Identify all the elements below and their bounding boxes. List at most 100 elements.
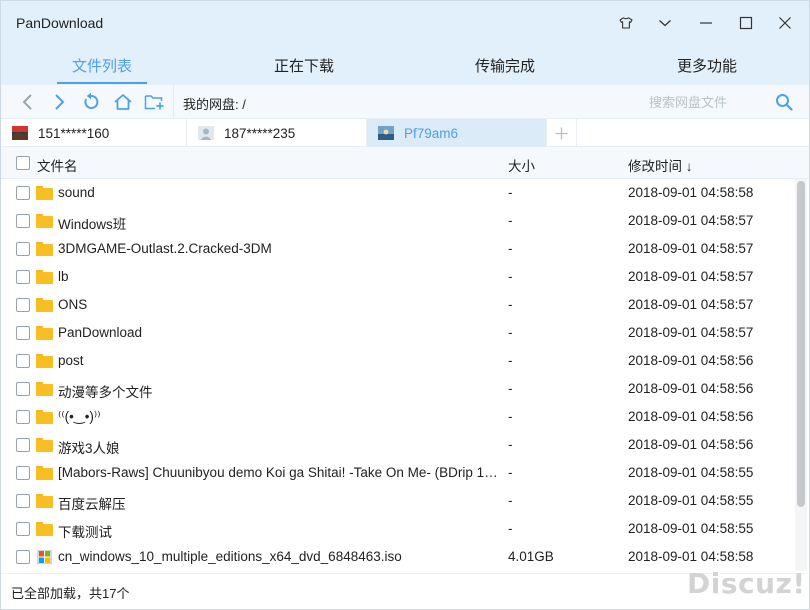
home-icon <box>114 94 132 110</box>
row-checkbox[interactable] <box>16 242 30 256</box>
column-header-name[interactable]: 文件名 <box>37 155 78 175</box>
file-size: 4.01GB <box>508 549 554 564</box>
plus-icon <box>555 127 568 139</box>
arrow-left-icon <box>22 94 32 110</box>
table-row[interactable]: 3DMGAME-Outlast.2.Cracked-3DM - 2018-09-… <box>1 235 795 263</box>
table-row[interactable]: 游戏3人娘 - 2018-09-01 04:58:56 <box>1 431 795 459</box>
file-size: - <box>508 521 513 536</box>
file-modified: 2018-09-01 04:58:56 <box>628 381 754 396</box>
file-modified: 2018-09-01 04:58:55 <box>628 521 754 536</box>
account-tab-2[interactable]: 187*****235 <box>187 119 367 147</box>
table-row[interactable]: PanDownload - 2018-09-01 04:58:57 <box>1 319 795 347</box>
title-bar: PanDownload <box>1 1 809 45</box>
maximize-button[interactable] <box>732 11 760 35</box>
file-modified: 2018-09-01 04:58:55 <box>628 493 754 508</box>
table-row[interactable]: post - 2018-09-01 04:58:56 <box>1 347 795 375</box>
table-row[interactable]: sound - 2018-09-01 04:58:58 <box>1 179 795 207</box>
table-row[interactable]: [Mabors-Raws] Chuunibyou demo Koi ga Shi… <box>1 459 795 487</box>
row-checkbox[interactable] <box>16 466 30 480</box>
back-button[interactable] <box>15 90 41 114</box>
close-button[interactable] <box>771 11 799 35</box>
file-name: 动漫等多个文件 <box>58 385 153 400</box>
home-button[interactable] <box>110 90 136 114</box>
row-checkbox[interactable] <box>16 298 30 312</box>
forward-button[interactable] <box>46 90 72 114</box>
arrow-right-icon <box>55 94 65 110</box>
current-path: 我的网盘: / <box>183 97 246 112</box>
row-checkbox[interactable] <box>16 550 30 564</box>
new-folder-icon <box>144 95 164 110</box>
row-checkbox[interactable] <box>16 214 30 228</box>
row-checkbox[interactable] <box>16 354 30 368</box>
account-tab-1[interactable]: 151*****160 <box>1 119 187 147</box>
file-modified: 2018-09-01 04:58:57 <box>628 269 754 284</box>
file-size: - <box>508 465 513 480</box>
table-row[interactable]: Windows班 - 2018-09-01 04:58:57 <box>1 207 795 235</box>
shirt-icon <box>619 17 633 29</box>
table-row[interactable]: 动漫等多个文件 - 2018-09-01 04:58:56 <box>1 375 795 403</box>
file-name: lb <box>58 269 69 284</box>
folder-icon <box>36 382 53 396</box>
row-checkbox[interactable] <box>16 494 30 508</box>
folder-icon <box>36 410 53 424</box>
file-modified: 2018-09-01 04:58:55 <box>628 465 754 480</box>
tab-completed[interactable]: 传输完成 <box>460 45 550 85</box>
folder-icon <box>36 298 53 312</box>
search-button[interactable] <box>771 90 797 114</box>
tab-more-features[interactable]: 更多功能 <box>662 45 752 85</box>
row-checkbox[interactable] <box>16 270 30 284</box>
account-name: Pf79am6 <box>404 125 459 141</box>
file-name: 3DMGAME-Outlast.2.Cracked-3DM <box>58 241 272 256</box>
menu-dropdown-button[interactable] <box>651 11 679 35</box>
table-row[interactable]: ⁽⁽(•‿•)⁾⁾ - 2018-09-01 04:58:56 <box>1 403 795 431</box>
account-name: 151*****160 <box>38 125 110 141</box>
table-row[interactable]: cn_windows_10_multiple_editions_x64_dvd_… <box>1 543 795 571</box>
watermark-logo: Discuz! <box>687 567 806 600</box>
row-checkbox[interactable] <box>16 410 30 424</box>
file-name: ONS <box>58 297 88 312</box>
file-name: cn_windows_10_multiple_editions_x64_dvd_… <box>58 549 402 564</box>
row-checkbox[interactable] <box>16 438 30 452</box>
refresh-button[interactable] <box>78 90 104 114</box>
chevron-down-icon <box>659 20 671 27</box>
file-modified: 2018-09-01 04:58:57 <box>628 241 754 256</box>
minimize-button[interactable] <box>692 11 720 35</box>
folder-icon <box>36 466 53 480</box>
iso-file-icon <box>37 550 52 564</box>
scrollbar-thumb[interactable] <box>797 181 805 507</box>
new-folder-button[interactable] <box>142 90 168 114</box>
skin-button[interactable] <box>612 11 640 35</box>
row-checkbox[interactable] <box>16 522 30 536</box>
add-account-button[interactable] <box>547 119 577 147</box>
select-all-checkbox[interactable] <box>16 156 30 170</box>
folder-icon <box>36 186 53 200</box>
minimize-icon <box>700 22 712 24</box>
avatar-icon <box>12 126 28 140</box>
tab-file-list[interactable]: 文件列表 <box>57 45 147 85</box>
file-size: - <box>508 409 513 424</box>
file-modified: 2018-09-01 04:58:57 <box>628 297 754 312</box>
column-header-modified[interactable]: 修改时间 ↓ <box>628 155 693 175</box>
table-row[interactable]: lb - 2018-09-01 04:58:57 <box>1 263 795 291</box>
column-header-size[interactable]: 大小 <box>508 155 535 175</box>
file-modified: 2018-09-01 04:58:58 <box>628 549 754 564</box>
close-icon <box>779 17 791 29</box>
file-modified: 2018-09-01 04:58:56 <box>628 353 754 368</box>
active-tab-indicator <box>57 82 147 84</box>
row-checkbox[interactable] <box>16 186 30 200</box>
app-title: PanDownload <box>16 15 104 31</box>
table-row[interactable]: 百度云解压 - 2018-09-01 04:58:55 <box>1 487 795 515</box>
file-size: - <box>508 381 513 396</box>
row-checkbox[interactable] <box>16 326 30 340</box>
row-checkbox[interactable] <box>16 382 30 396</box>
file-table-header: 文件名 大小 修改时间 ↓ <box>1 147 809 179</box>
table-row[interactable]: ONS - 2018-09-01 04:58:57 <box>1 291 795 319</box>
file-name: PanDownload <box>58 325 143 340</box>
table-row[interactable]: 下载测试 - 2018-09-01 04:58:55 <box>1 515 795 543</box>
search-input[interactable] <box>649 90 767 114</box>
file-size: - <box>508 437 513 452</box>
file-name: post <box>58 353 84 368</box>
account-tab-3[interactable]: Pf79am6 <box>367 119 547 147</box>
folder-icon <box>36 214 53 228</box>
tab-downloading[interactable]: 正在下载 <box>259 45 349 85</box>
